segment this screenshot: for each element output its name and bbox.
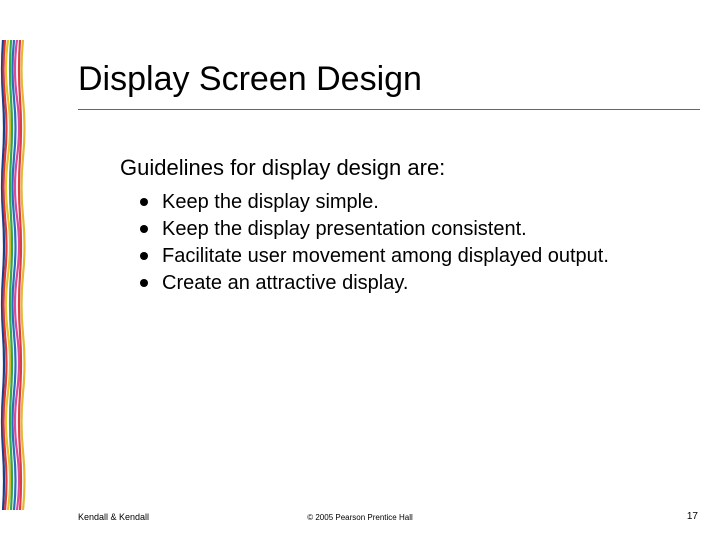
title-block: Display Screen Design <box>78 60 700 110</box>
bullet-item: Create an attractive display. <box>146 270 660 296</box>
footer: Kendall & Kendall © 2005 Pearson Prentic… <box>0 506 720 522</box>
footer-page-number: 17 <box>687 511 698 522</box>
bullet-list: Keep the display simple.Keep the display… <box>146 189 660 296</box>
decorative-stripes <box>0 40 28 510</box>
slide: Display Screen Design Guidelines for dis… <box>0 0 720 540</box>
bullet-item: Facilitate user movement among displayed… <box>146 243 660 269</box>
intro-text: Guidelines for display design are: <box>120 155 660 181</box>
slide-title: Display Screen Design <box>78 60 700 99</box>
title-underline <box>78 109 700 110</box>
body-block: Guidelines for display design are: Keep … <box>120 155 660 297</box>
bullet-item: Keep the display presentation consistent… <box>146 216 660 242</box>
bullet-item: Keep the display simple. <box>146 189 660 215</box>
footer-copyright: © 2005 Pearson Prentice Hall <box>0 513 720 522</box>
